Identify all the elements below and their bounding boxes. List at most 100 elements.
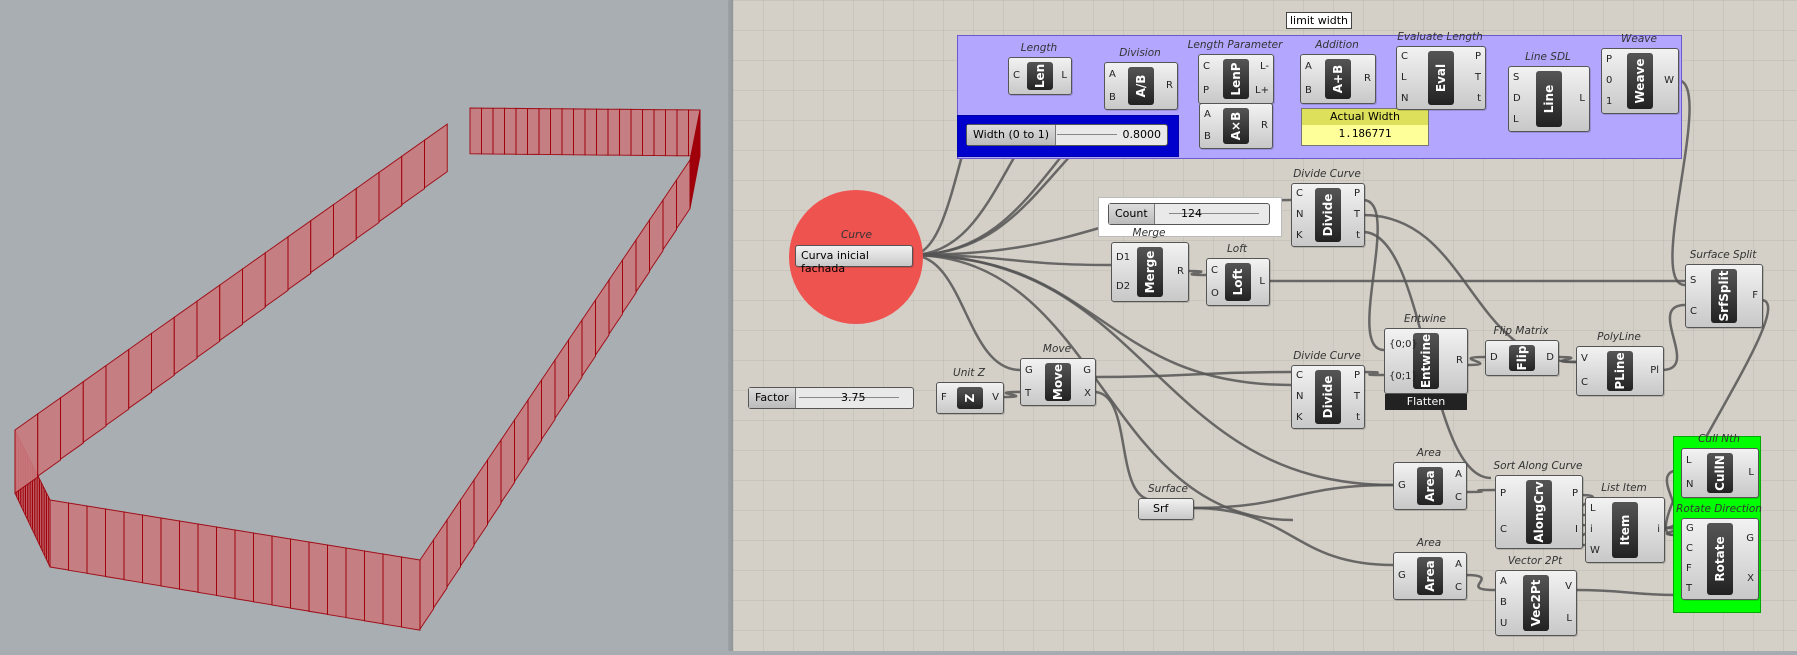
input-pin[interactable]: C (1690, 306, 1697, 317)
merge-component[interactable]: Merge D1 D2 R (1111, 242, 1189, 302)
length-component[interactable]: Len C L (1008, 57, 1072, 95)
output-pin[interactable]: P (1354, 189, 1360, 199)
output-pin[interactable]: L (1579, 94, 1585, 104)
input-pin[interactable]: N (1296, 210, 1303, 220)
input-pin[interactable]: {0;1} (1389, 372, 1418, 382)
output-pin[interactable]: P (1572, 489, 1578, 499)
input-pin[interactable]: C (1686, 544, 1693, 554)
input-pin[interactable]: G (1398, 571, 1406, 581)
vector-2pt-component[interactable]: Vec2Pt A B U V L (1495, 570, 1577, 636)
output-pin[interactable]: R (1261, 121, 1268, 131)
list-item-component[interactable]: Item Li Wi (1585, 497, 1665, 563)
input-pin[interactable]: O (1211, 288, 1219, 299)
output-pin[interactable]: R (1177, 267, 1184, 277)
input-pin[interactable]: T (1686, 584, 1692, 594)
input-pin[interactable]: S (1690, 275, 1696, 286)
output-pin[interactable]: D (1546, 353, 1554, 363)
output-pin[interactable]: t (1356, 412, 1360, 423)
output-pin[interactable]: V (992, 393, 999, 403)
rhino-viewport[interactable] (0, 0, 733, 651)
input-pin[interactable]: L (1686, 456, 1692, 466)
count-slider[interactable]: Count 124 (1108, 203, 1270, 225)
input-pin[interactable]: C (1296, 189, 1303, 199)
output-pin[interactable]: X (1747, 574, 1754, 584)
polyline-component[interactable]: PLine V C Pl (1576, 346, 1664, 396)
rotate-dir-component[interactable]: Rotate G C F T G X (1681, 518, 1759, 600)
input-pin[interactable]: K (1296, 230, 1303, 241)
input-pin[interactable]: C (1401, 52, 1408, 62)
output-pin[interactable]: L (1566, 614, 1572, 624)
weave-component[interactable]: Weave P 0 1 W (1601, 48, 1679, 114)
addition-component[interactable]: A+B A B R (1300, 54, 1376, 104)
output-pin[interactable]: X (1084, 388, 1091, 399)
output-pin[interactable]: A (1455, 469, 1462, 480)
input-pin[interactable]: 0 (1606, 76, 1612, 86)
input-pin[interactable]: B (1500, 598, 1507, 608)
output-pin[interactable]: P (1475, 52, 1481, 62)
division-component[interactable]: A/B A B R (1104, 62, 1178, 110)
output-pin[interactable]: t (1477, 93, 1481, 104)
input-pin[interactable]: A (1109, 69, 1116, 80)
input-pin[interactable]: L (1513, 115, 1519, 125)
input-pin[interactable]: G (1398, 481, 1406, 491)
unit-z-component[interactable]: ZFV (936, 382, 1004, 414)
actual-width-panel[interactable]: Actual Width 1.186771 (1301, 108, 1429, 146)
input-pin[interactable]: P (1203, 86, 1209, 96)
input-pin[interactable]: C (1211, 265, 1218, 276)
curve-param[interactable]: Curva inicial fachada (795, 245, 913, 275)
input-pin[interactable]: i (1590, 525, 1593, 535)
output-pin[interactable]: L (1748, 468, 1754, 478)
output-pin[interactable]: Pl (1650, 366, 1659, 376)
output-pin[interactable]: T (1354, 392, 1360, 402)
output-pin[interactable]: A (1455, 559, 1462, 570)
input-pin[interactable]: N (1296, 392, 1303, 402)
output-pin[interactable]: i (1657, 525, 1660, 535)
input-pin[interactable]: B (1109, 92, 1116, 103)
mult-component[interactable]: A×B A B R (1199, 103, 1273, 149)
surface-split-component[interactable]: SrfSplit S C F (1685, 264, 1763, 328)
area-1-component[interactable]: Area G A C (1393, 462, 1467, 510)
output-pin[interactable]: L+ (1255, 86, 1269, 96)
input-pin[interactable]: C (1013, 71, 1020, 81)
input-pin[interactable]: L (1590, 503, 1596, 514)
input-pin[interactable]: C (1203, 62, 1210, 72)
line-sdl-component[interactable]: Line S D L L (1508, 66, 1590, 132)
output-pin[interactable]: t (1356, 230, 1360, 241)
input-pin[interactable]: D (1513, 94, 1521, 104)
output-pin[interactable]: L (1061, 71, 1067, 81)
divide-curve-2-component[interactable]: Divide C N K P Tt (1291, 365, 1365, 429)
input-pin[interactable]: P (1606, 54, 1612, 65)
output-pin[interactable]: G (1746, 534, 1754, 544)
input-pin[interactable]: C (1581, 378, 1588, 388)
input-pin[interactable]: V (1581, 354, 1588, 364)
area-2-component[interactable]: Area G A C (1393, 552, 1467, 600)
input-pin[interactable]: T (1025, 388, 1031, 399)
divide-curve-1-component[interactable]: Divide C N K P Tt (1291, 183, 1365, 247)
output-pin[interactable]: V (1565, 582, 1572, 592)
input-pin[interactable]: K (1296, 412, 1303, 423)
input-pin[interactable]: U (1500, 619, 1507, 629)
output-pin[interactable]: W (1664, 76, 1674, 86)
output-pin[interactable]: I (1575, 525, 1578, 535)
output-pin[interactable]: T (1354, 210, 1360, 220)
factor-slider[interactable]: Factor 3.75 (748, 387, 914, 409)
input-pin[interactable]: S (1513, 72, 1519, 83)
input-pin[interactable]: G (1025, 365, 1033, 376)
input-pin[interactable]: L (1401, 73, 1407, 83)
move-component[interactable]: Move G T G X (1020, 358, 1096, 406)
output-pin[interactable]: F (1752, 291, 1758, 301)
input-pin[interactable]: W (1590, 546, 1600, 556)
surface-param[interactable]: Srf (1138, 498, 1194, 520)
input-pin[interactable]: C (1500, 525, 1507, 535)
input-pin[interactable]: N (1686, 480, 1693, 490)
sort-along-component[interactable]: AlongCrv P C P I (1495, 475, 1583, 549)
input-pin[interactable]: N (1401, 93, 1408, 104)
input-pin[interactable]: F (941, 393, 947, 403)
output-pin[interactable]: P (1354, 371, 1360, 381)
input-pin[interactable]: G (1686, 524, 1694, 534)
output-pin[interactable]: L (1259, 277, 1265, 287)
output-pin[interactable]: R (1364, 74, 1371, 84)
flip-matrix-component[interactable]: Flip D D (1485, 340, 1559, 376)
output-pin[interactable]: C (1455, 492, 1462, 503)
input-pin[interactable]: D2 (1116, 281, 1130, 292)
